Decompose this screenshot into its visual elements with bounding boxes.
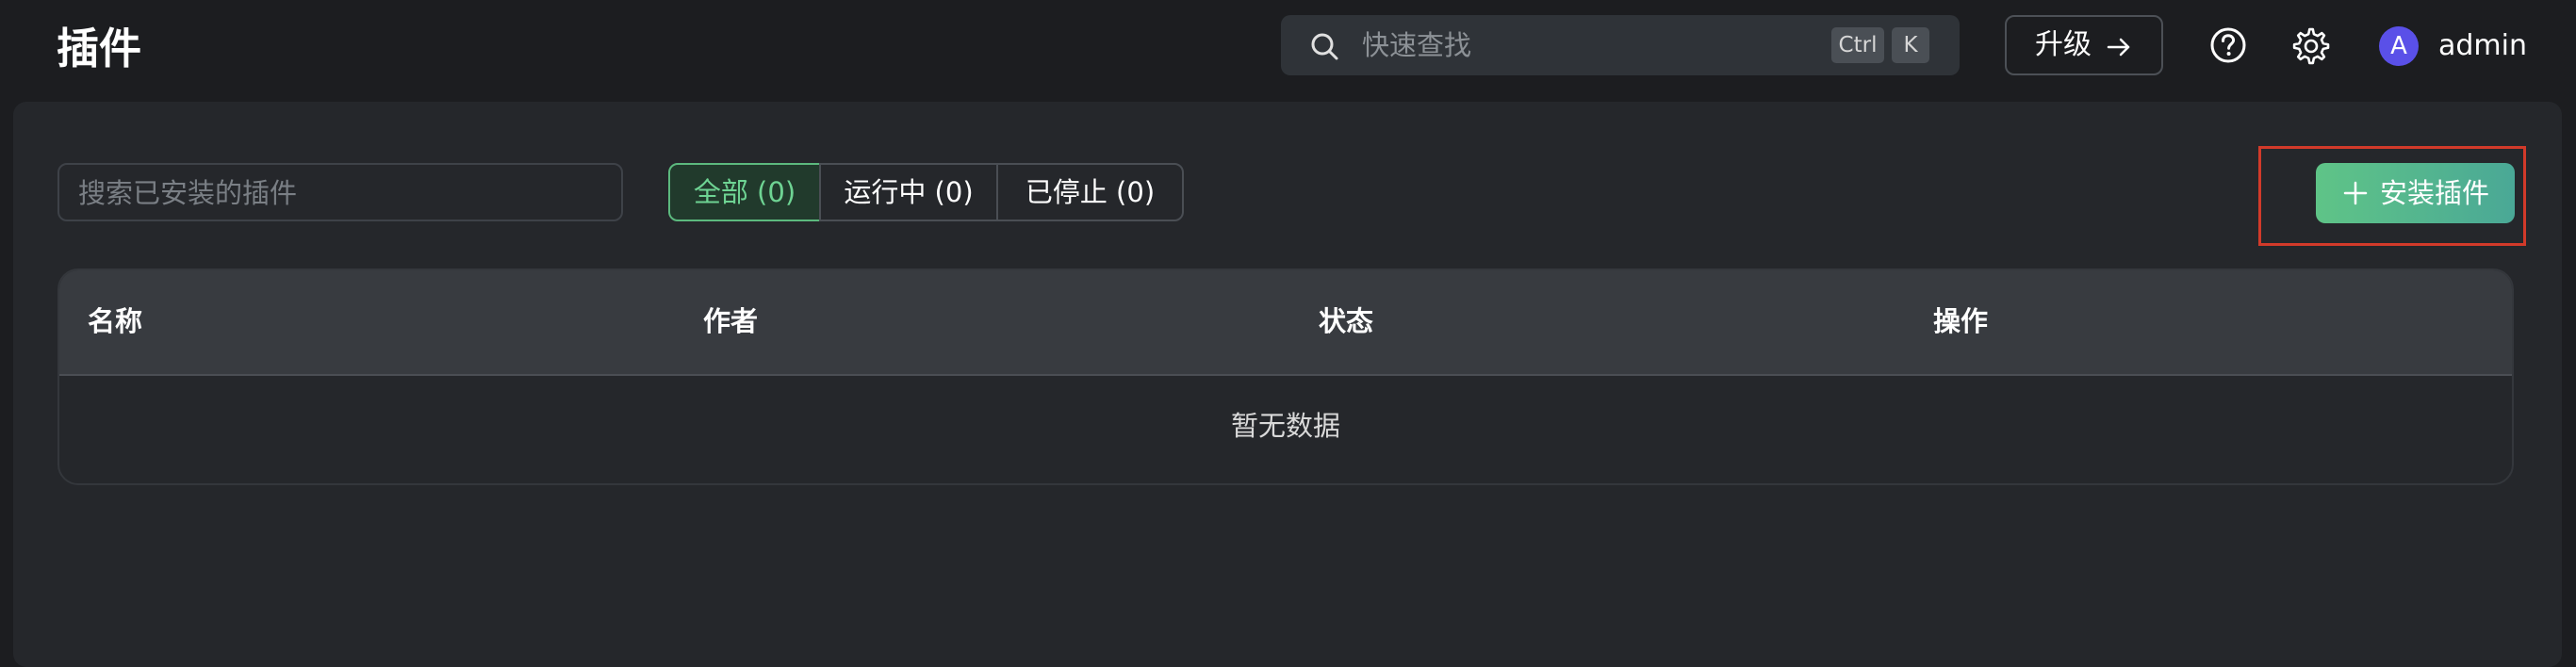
username[interactable]: admin — [2438, 28, 2527, 64]
shortcut-key-k: K — [1892, 27, 1929, 63]
plugin-search-placeholder: 搜索已安装的插件 — [78, 177, 298, 209]
column-header-name[interactable]: 名称 — [88, 302, 142, 340]
quick-search-placeholder: 快速查找 — [1362, 29, 1472, 61]
plugin-search-input[interactable]: 搜索已安装的插件 — [57, 163, 623, 221]
filter-running[interactable]: 运行中 (0) — [819, 163, 998, 221]
gear-icon[interactable] — [2291, 26, 2331, 66]
plus-icon — [2343, 181, 2368, 205]
upgrade-label: 升级 — [2035, 28, 2092, 61]
help-icon[interactable] — [2209, 26, 2247, 64]
column-header-actions[interactable]: 操作 — [1933, 302, 1988, 340]
upgrade-button[interactable]: 升级 — [2005, 15, 2163, 75]
quick-search[interactable]: 快速查找 Ctrl K — [1281, 15, 1960, 75]
table-header: 名称 作者 状态 操作 — [59, 270, 2512, 376]
search-icon — [1311, 33, 1338, 60]
column-header-author[interactable]: 作者 — [703, 302, 758, 340]
filter-stopped[interactable]: 已停止 (0) — [996, 163, 1184, 221]
top-bar: 插件 快速查找 Ctrl K 升级 A admin — [0, 0, 2576, 102]
arrow-right-icon — [2107, 38, 2130, 57]
column-header-status[interactable]: 状态 — [1319, 302, 1373, 340]
page-title: 插件 — [57, 24, 142, 73]
shortcut-key-ctrl: Ctrl — [1831, 27, 1884, 63]
install-plugin-button[interactable]: 安装插件 — [2316, 163, 2515, 223]
install-plugin-label: 安装插件 — [2380, 177, 2490, 209]
plugin-table: 名称 作者 状态 操作 暂无数据 — [57, 268, 2514, 485]
empty-state-text: 暂无数据 — [1230, 410, 1340, 442]
filter-all[interactable]: 全部 (0) — [668, 163, 821, 221]
avatar[interactable]: A — [2379, 26, 2419, 66]
